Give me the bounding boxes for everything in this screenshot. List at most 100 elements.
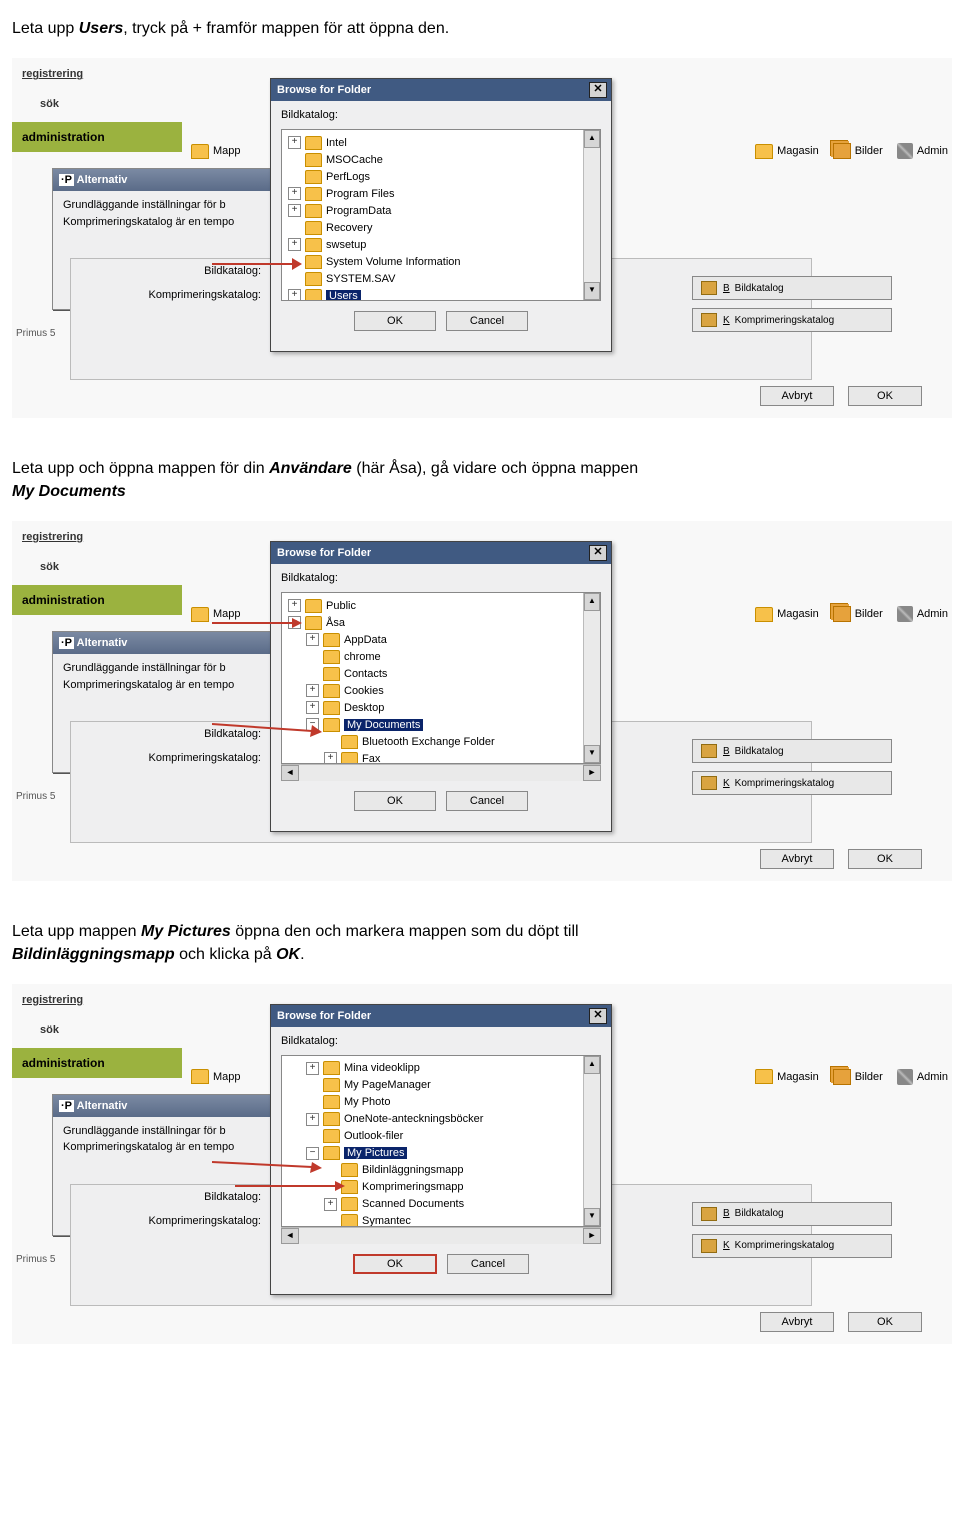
nav-registrering[interactable]: registrering: [12, 984, 182, 1012]
dialog-titlebar[interactable]: Browse for Folder✕: [271, 542, 611, 564]
ok-button[interactable]: OK: [848, 849, 922, 869]
dialog-ok-button[interactable]: OK: [353, 1254, 437, 1274]
bildkatalog-button[interactable]: BBildkatalog: [692, 739, 892, 763]
tree-node[interactable]: My PageManager: [288, 1077, 596, 1094]
tree-node[interactable]: +Program Files: [288, 185, 596, 202]
expand-toggle[interactable]: +: [288, 599, 301, 612]
expand-toggle[interactable]: +: [306, 1062, 319, 1075]
tree-node[interactable]: Symantec: [288, 1213, 596, 1227]
tree-node[interactable]: +Intel: [288, 134, 596, 151]
tree-node[interactable]: PerfLogs: [288, 168, 596, 185]
tree-node[interactable]: Bluetooth Exchange Folder: [288, 733, 596, 750]
folder-tree[interactable]: +Mina videoklippMy PageManagerMy Photo+O…: [281, 1055, 601, 1227]
toolbar-bilder[interactable]: Bilder: [829, 604, 887, 624]
nav-sok[interactable]: sök: [12, 549, 182, 585]
scrollbar[interactable]: ▲▼: [583, 1056, 600, 1226]
tree-node[interactable]: +ProgramData: [288, 202, 596, 219]
expand-toggle[interactable]: +: [306, 701, 319, 714]
scroll-up-button[interactable]: ▲: [584, 130, 600, 148]
scroll-down-button[interactable]: ▼: [584, 745, 600, 763]
komprimering-button[interactable]: KKomprimeringskatalog: [692, 308, 892, 332]
scroll-down-button[interactable]: ▼: [584, 282, 600, 300]
scroll-up-button[interactable]: ▲: [584, 1056, 600, 1074]
toolbar-bilder[interactable]: Bilder: [829, 1067, 887, 1087]
dialog-cancel-button[interactable]: Cancel: [447, 1254, 529, 1274]
horizontal-scrollbar[interactable]: ◄►: [281, 764, 601, 781]
scroll-left-button[interactable]: ◄: [281, 765, 299, 781]
tree-node[interactable]: My Photo: [288, 1094, 596, 1111]
toolbar-admin[interactable]: Admin: [893, 141, 952, 161]
bildkatalog-button[interactable]: BBildkatalog: [692, 276, 892, 300]
avbryt-button[interactable]: Avbryt: [760, 1312, 834, 1332]
dialog-ok-button[interactable]: OK: [354, 311, 436, 331]
scrollbar[interactable]: ▲▼: [583, 130, 600, 300]
close-icon[interactable]: ✕: [589, 1008, 607, 1024]
dialog-titlebar[interactable]: Browse for Folder✕: [271, 1005, 611, 1027]
scroll-left-button[interactable]: ◄: [281, 1228, 299, 1244]
nav-sok[interactable]: sök: [12, 1012, 182, 1048]
scroll-up-button[interactable]: ▲: [584, 593, 600, 611]
close-icon[interactable]: ✕: [589, 82, 607, 98]
toolbar-admin[interactable]: Admin: [893, 604, 952, 624]
dialog-ok-button[interactable]: OK: [354, 791, 436, 811]
ok-button[interactable]: OK: [848, 386, 922, 406]
tree-node[interactable]: chrome: [288, 648, 596, 665]
expand-toggle[interactable]: +: [288, 204, 301, 217]
expand-toggle[interactable]: +: [288, 289, 301, 301]
avbryt-button[interactable]: Avbryt: [760, 386, 834, 406]
expand-toggle[interactable]: +: [306, 1113, 319, 1126]
expand-toggle[interactable]: +: [288, 238, 301, 251]
dialog-cancel-button[interactable]: Cancel: [446, 311, 528, 331]
expand-toggle[interactable]: +: [306, 633, 319, 646]
tree-node[interactable]: +Cookies: [288, 682, 596, 699]
bildkatalog-button[interactable]: BBildkatalog: [692, 1202, 892, 1226]
nav-registrering[interactable]: registrering: [12, 521, 182, 549]
komprimering-button[interactable]: KKomprimeringskatalog: [692, 1234, 892, 1258]
tree-node[interactable]: −My Documents: [288, 716, 596, 733]
ok-button[interactable]: OK: [848, 1312, 922, 1332]
tree-node[interactable]: +AppData: [288, 631, 596, 648]
expand-toggle[interactable]: +: [324, 752, 337, 764]
tree-node[interactable]: +swsetup: [288, 236, 596, 253]
tree-node[interactable]: Bildinläggningsmapp: [288, 1162, 596, 1179]
tree-node[interactable]: −Åsa: [288, 614, 596, 631]
tree-node[interactable]: +Scanned Documents: [288, 1196, 596, 1213]
avbryt-button[interactable]: Avbryt: [760, 849, 834, 869]
toolbar-admin[interactable]: Admin: [893, 1067, 952, 1087]
nav-sok[interactable]: sök: [12, 86, 182, 122]
tree-node[interactable]: +Mina videoklipp: [288, 1060, 596, 1077]
toolbar-mapp[interactable]: Mapp: [187, 1067, 245, 1086]
toolbar-magasin[interactable]: Magasin: [751, 605, 823, 624]
nav-administration[interactable]: administration: [12, 585, 182, 615]
tree-node[interactable]: +Public: [288, 597, 596, 614]
nav-administration[interactable]: administration: [12, 1048, 182, 1078]
nav-administration[interactable]: administration: [12, 122, 182, 152]
expand-toggle[interactable]: +: [306, 684, 319, 697]
expand-toggle[interactable]: +: [324, 1198, 337, 1211]
tree-node[interactable]: Outlook-filer: [288, 1128, 596, 1145]
scroll-right-button[interactable]: ►: [583, 1228, 601, 1244]
tree-node[interactable]: MSOCache: [288, 151, 596, 168]
expand-toggle[interactable]: +: [288, 187, 301, 200]
dialog-cancel-button[interactable]: Cancel: [446, 791, 528, 811]
scroll-down-button[interactable]: ▼: [584, 1208, 600, 1226]
nav-registrering[interactable]: registrering: [12, 58, 182, 86]
tree-node[interactable]: +OneNote-anteckningsböcker: [288, 1111, 596, 1128]
komprimering-button[interactable]: KKomprimeringskatalog: [692, 771, 892, 795]
toolbar-magasin[interactable]: Magasin: [751, 142, 823, 161]
dialog-titlebar[interactable]: Browse for Folder ✕: [271, 79, 611, 101]
tree-node[interactable]: SYSTEM.SAV: [288, 270, 596, 287]
folder-tree[interactable]: +IntelMSOCachePerfLogs+Program Files+Pro…: [281, 129, 601, 301]
tree-node[interactable]: Recovery: [288, 219, 596, 236]
toolbar-mapp[interactable]: Mapp: [187, 142, 245, 161]
tree-node[interactable]: Contacts: [288, 665, 596, 682]
close-icon[interactable]: ✕: [589, 545, 607, 561]
toolbar-magasin[interactable]: Magasin: [751, 1067, 823, 1086]
tree-node[interactable]: +Fax: [288, 750, 596, 764]
scroll-right-button[interactable]: ►: [583, 765, 601, 781]
expand-toggle[interactable]: +: [288, 136, 301, 149]
toolbar-bilder[interactable]: Bilder: [829, 141, 887, 161]
folder-tree[interactable]: +Public−Åsa+AppDatachromeContacts+Cookie…: [281, 592, 601, 764]
horizontal-scrollbar[interactable]: ◄►: [281, 1227, 601, 1244]
tree-node[interactable]: System Volume Information: [288, 253, 596, 270]
